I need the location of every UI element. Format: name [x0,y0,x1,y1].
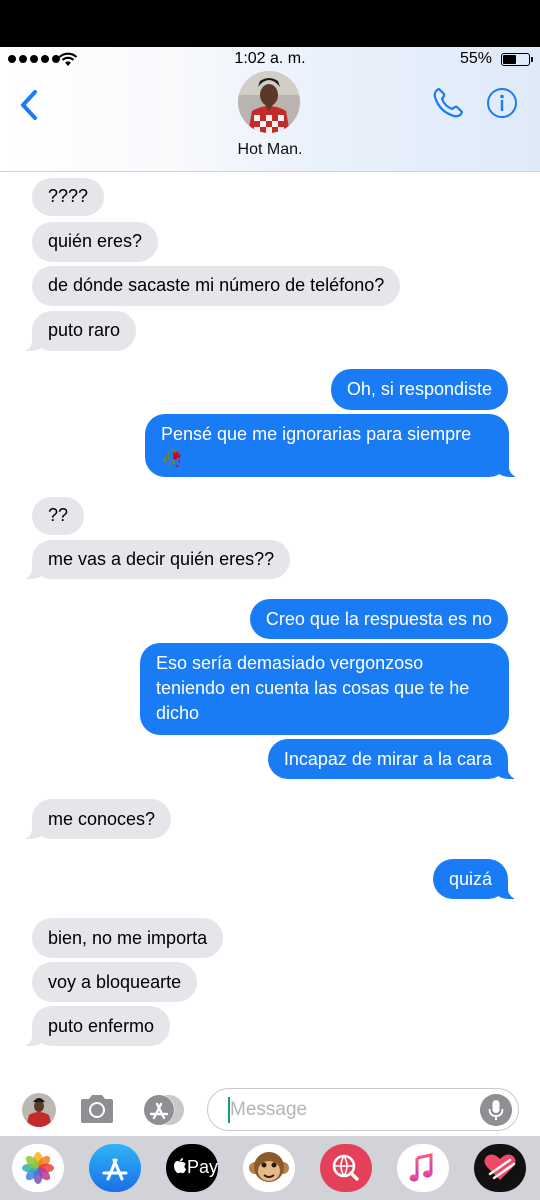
app-store-icon[interactable] [89,1144,141,1192]
contact-name[interactable]: Hot Man. [0,141,540,159]
outgoing-message: Eso sería demasiado vergonzoso teniendo … [140,643,509,735]
memoji-avatar-button[interactable] [22,1093,56,1127]
incoming-message: me conoces? [20,799,172,839]
outgoing-message: Oh, si respondiste [330,369,508,410]
composer-bar [0,1084,540,1136]
incoming-message: puto enfermo [20,1006,171,1046]
message-input[interactable] [230,1096,480,1124]
phone-call-icon[interactable] [430,85,466,121]
incoming-message: me vas a decir quién eres?? [20,540,291,579]
microphone-icon[interactable] [480,1094,512,1126]
contact-avatar[interactable] [238,71,300,133]
status-bar: 1:02 a. m. 55% [0,47,540,71]
top-black-band [0,0,540,47]
back-chevron-icon[interactable] [14,85,46,125]
outgoing-message: Incapaz de mirar a la cara [267,739,520,779]
outgoing-message: quizá [432,859,520,899]
app-drawer: Pay [0,1136,540,1200]
incoming-message: quién eres? [32,222,159,262]
outgoing-message: Pensé que me ignorarias para siempre 🥀 [145,414,520,477]
incoming-message: de dónde sacaste mi número de teléfono? [32,266,401,306]
incoming-message: puto raro [20,311,137,351]
battery-level-fill [503,55,516,64]
camera-icon[interactable] [78,1092,116,1126]
outgoing-message: Creo que la respuesta es no [249,599,508,639]
info-icon[interactable] [486,87,518,119]
incoming-message: ???? [32,178,105,216]
apple-pay-icon[interactable]: Pay [166,1144,218,1192]
conversation-header: 1:02 a. m. 55% Hot Man. [0,47,540,172]
animoji-icon[interactable] [243,1144,295,1192]
photos-app-icon[interactable] [12,1144,64,1192]
incoming-message: bien, no me importa [32,918,224,958]
incoming-message: ?? [32,497,85,535]
digital-touch-icon[interactable] [474,1144,526,1192]
message-thread[interactable]: ???? quién eres? de dónde sacaste mi núm… [0,172,540,1084]
incoming-message: voy a bloquearte [32,962,198,1002]
battery-percent: 55% [459,50,492,67]
app-store-button-icon[interactable] [142,1093,186,1127]
battery-icon [501,53,533,66]
apple-pay-label: Pay [187,1157,218,1177]
music-icon[interactable] [397,1144,449,1192]
message-input-field[interactable] [207,1088,519,1131]
web-images-icon[interactable] [320,1144,372,1192]
